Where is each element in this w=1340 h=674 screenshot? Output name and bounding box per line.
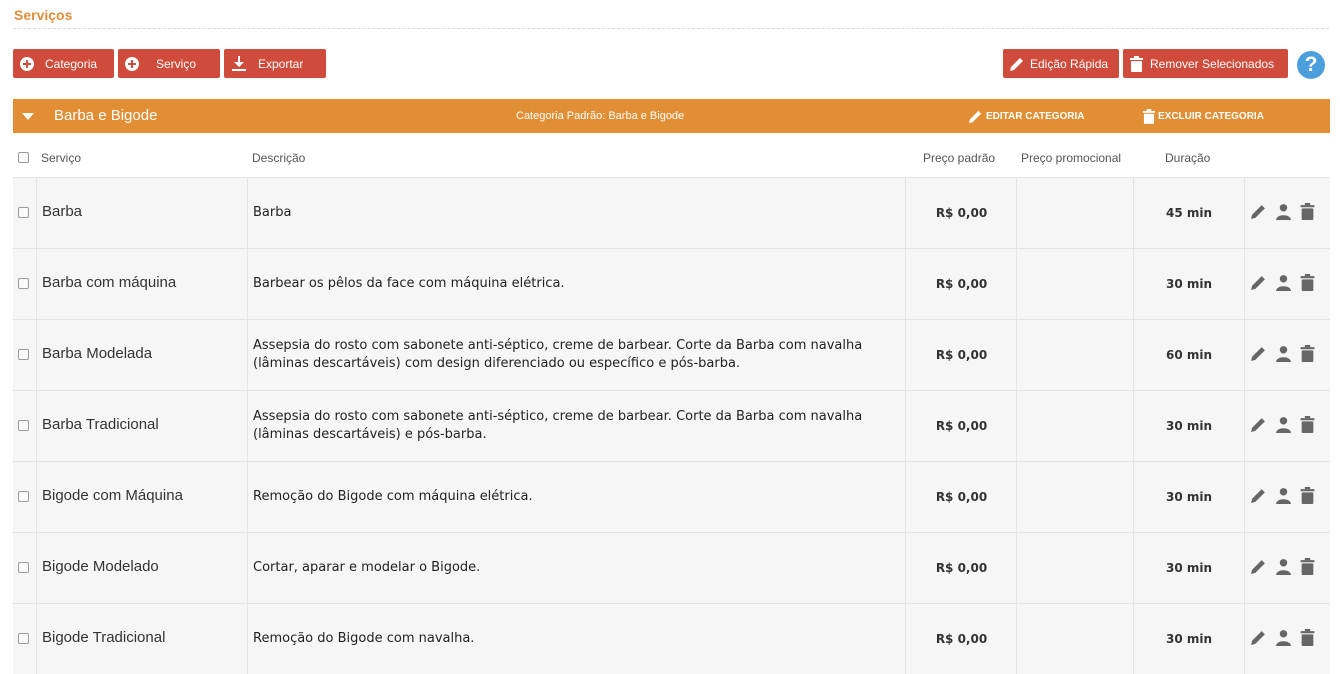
edit-service-icon[interactable] (1250, 487, 1267, 504)
page-title: Serviços (14, 7, 73, 23)
delete-service-icon[interactable] (1300, 487, 1315, 504)
add-service-label: Serviço (156, 56, 197, 71)
table-row: Bigode Modelado Cortar, aparar e modelar… (13, 532, 1330, 603)
table-row: Barba Barba R$ 0,00 45 min (13, 177, 1330, 248)
plus-circle-icon (124, 56, 140, 72)
service-name[interactable]: Bigode Modelado (42, 558, 159, 575)
table-row: Barba Tradicional Assepsia do rosto com … (13, 390, 1330, 461)
user-icon[interactable] (1275, 558, 1292, 575)
delete-service-icon[interactable] (1300, 629, 1315, 646)
delete-category-label: EXCLUIR CATEGORIA (1158, 111, 1264, 122)
question-circle-icon: ? (1304, 53, 1318, 76)
standard-price: R$ 0,00 (935, 277, 988, 291)
caret-down-icon[interactable] (22, 113, 34, 120)
title-divider (13, 28, 1329, 29)
user-icon[interactable] (1275, 416, 1292, 433)
trash-icon (1143, 109, 1155, 124)
service-description: Assepsia do rosto com sabonete anti-sépt… (253, 338, 863, 371)
select-all-checkbox[interactable] (18, 152, 29, 163)
add-service-button[interactable]: Serviço (118, 49, 220, 78)
edit-service-icon[interactable] (1250, 203, 1267, 220)
service-name[interactable]: Barba Tradicional (42, 416, 159, 433)
service-description: Barbear os pêlos da face com máquina elé… (253, 276, 565, 291)
row-checkbox[interactable] (18, 562, 29, 573)
delete-service-icon[interactable] (1300, 345, 1315, 362)
quick-edit-label: Edição Rápida (1030, 56, 1109, 71)
standard-price: R$ 0,00 (935, 490, 988, 504)
service-description: Remoção do Bigode com navalha. (253, 631, 475, 646)
service-description: Cortar, aparar e modelar o Bigode. (253, 560, 481, 575)
service-description: Barba (253, 205, 292, 220)
header-standard-price: Preço padrão (923, 151, 996, 165)
user-icon[interactable] (1275, 274, 1292, 291)
service-name[interactable]: Bigode com Máquina (42, 487, 183, 504)
standard-price: R$ 0,00 (935, 206, 988, 220)
edit-category-button[interactable]: EDITAR CATEGORIA (968, 109, 1085, 124)
edit-service-icon[interactable] (1250, 629, 1267, 646)
row-checkbox[interactable] (18, 491, 29, 502)
category-header: Barba e Bigode Categoria Padrão: Barba e… (13, 99, 1330, 133)
pencil-icon (1009, 56, 1025, 72)
table-row: Barba Modelada Assepsia do rosto com sab… (13, 319, 1330, 390)
row-checkbox[interactable] (18, 278, 29, 289)
standard-price: R$ 0,00 (935, 419, 988, 433)
row-checkbox[interactable] (18, 633, 29, 644)
duration: 60 min (1165, 348, 1213, 362)
service-name[interactable]: Barba Modelada (42, 345, 152, 362)
row-checkbox[interactable] (18, 349, 29, 360)
table-row: Barba com máquina Barbear os pêlos da fa… (13, 248, 1330, 319)
duration: 30 min (1165, 632, 1213, 646)
quick-edit-button[interactable]: Edição Rápida (1003, 49, 1119, 78)
delete-service-icon[interactable] (1300, 203, 1315, 220)
delete-service-icon[interactable] (1300, 274, 1315, 291)
duration: 30 min (1165, 490, 1213, 504)
service-description: Assepsia do rosto com sabonete anti-sépt… (253, 409, 863, 442)
user-icon[interactable] (1275, 629, 1292, 646)
service-name[interactable]: Barba com máquina (42, 274, 176, 291)
delete-service-icon[interactable] (1300, 558, 1315, 575)
user-icon[interactable] (1275, 203, 1292, 220)
header-promo-price: Preço promocional (1021, 151, 1122, 165)
trash-icon (1130, 55, 1143, 72)
edit-category-label: EDITAR CATEGORIA (986, 111, 1085, 122)
user-icon[interactable] (1275, 487, 1292, 504)
pencil-icon (968, 109, 983, 124)
header-duration: Duração (1165, 151, 1211, 165)
duration: 30 min (1165, 561, 1213, 575)
category-name: Barba e Bigode (54, 107, 158, 124)
standard-price: R$ 0,00 (935, 348, 988, 362)
duration: 30 min (1165, 419, 1213, 433)
edit-service-icon[interactable] (1250, 274, 1267, 291)
row-checkbox[interactable] (18, 207, 29, 218)
header-service: Serviço (41, 151, 82, 165)
remove-selected-label: Remover Selecionados (1150, 56, 1275, 71)
edit-service-icon[interactable] (1250, 416, 1267, 433)
delete-service-icon[interactable] (1300, 416, 1315, 433)
service-name[interactable]: Barba (42, 203, 82, 220)
add-category-label: Categoria (45, 56, 98, 71)
category-default-text: Categoria Padrão: Barba e Bigode (516, 110, 685, 122)
table-row: Bigode com Máquina Remoção do Bigode com… (13, 461, 1330, 532)
delete-category-button[interactable]: EXCLUIR CATEGORIA (1143, 109, 1264, 124)
add-category-button[interactable]: Categoria (13, 49, 114, 78)
standard-price: R$ 0,00 (935, 561, 988, 575)
edit-service-icon[interactable] (1250, 558, 1267, 575)
duration: 45 min (1165, 206, 1213, 220)
remove-selected-button[interactable]: Remover Selecionados (1123, 49, 1288, 78)
download-icon (232, 55, 246, 72)
plus-circle-icon (19, 56, 35, 72)
standard-price: R$ 0,00 (935, 632, 988, 646)
help-button[interactable]: ? (1297, 51, 1325, 79)
user-icon[interactable] (1275, 345, 1292, 362)
table-row: Bigode Tradicional Remoção do Bigode com… (13, 603, 1330, 674)
export-button[interactable]: Exportar (224, 49, 326, 78)
header-description: Descrição (252, 151, 306, 165)
service-description: Remoção do Bigode com máquina elétrica. (253, 489, 533, 504)
row-checkbox[interactable] (18, 420, 29, 431)
service-name[interactable]: Bigode Tradicional (42, 629, 165, 646)
export-label: Exportar (258, 56, 304, 71)
edit-service-icon[interactable] (1250, 345, 1267, 362)
duration: 30 min (1165, 277, 1213, 291)
